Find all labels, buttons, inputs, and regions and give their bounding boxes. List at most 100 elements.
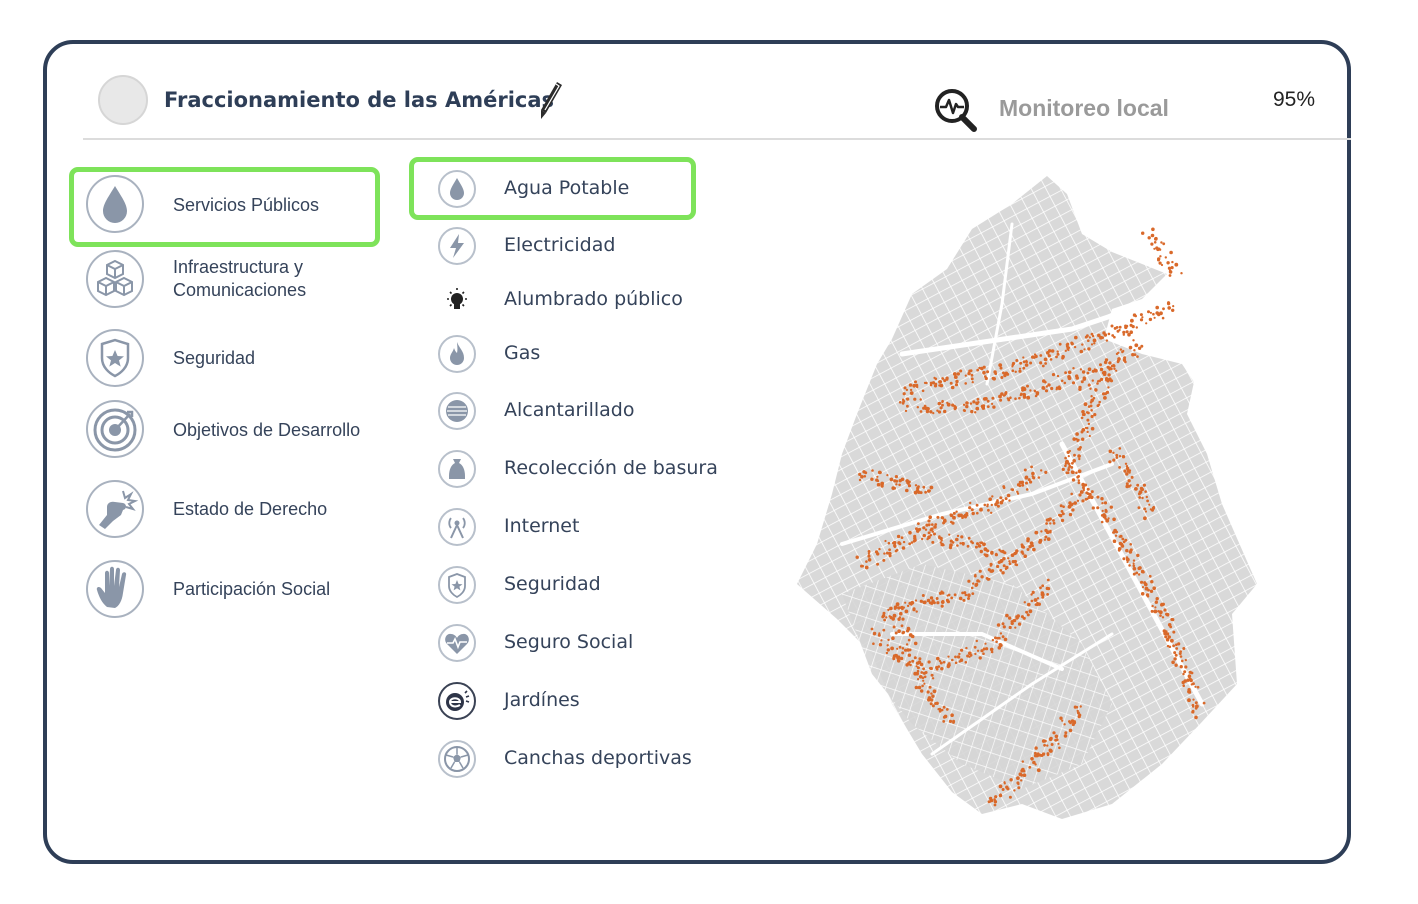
- map-point: [1159, 614, 1162, 617]
- map-point: [1107, 373, 1111, 377]
- map-point: [968, 370, 971, 373]
- map-point: [916, 406, 919, 409]
- map-point: [974, 411, 977, 414]
- map-point: [914, 484, 918, 487]
- map-point: [1065, 471, 1069, 475]
- map-point: [885, 651, 889, 655]
- map-point: [895, 602, 900, 607]
- map-point: [880, 639, 883, 642]
- map-point: [947, 593, 951, 597]
- map-point: [1003, 373, 1007, 378]
- map-point: [867, 558, 872, 562]
- service-recoleccion-basura[interactable]: Recolección de basura: [437, 447, 747, 491]
- avatar[interactable]: [98, 75, 148, 125]
- map-point: [912, 539, 916, 543]
- map-point: [901, 631, 905, 635]
- map-point: [906, 648, 910, 652]
- service-alcantarillado[interactable]: Alcantarillado: [437, 389, 747, 433]
- map-point: [1070, 503, 1074, 507]
- map-point: [987, 568, 991, 572]
- map-point: [877, 470, 882, 475]
- map-point: [1132, 564, 1136, 568]
- magnifier-pulse-icon[interactable]: [932, 86, 982, 136]
- map-point: [1013, 789, 1016, 792]
- map-point: [1115, 369, 1118, 372]
- map-point: [1137, 506, 1141, 510]
- service-internet[interactable]: Internet: [437, 505, 747, 549]
- service-seguridad[interactable]: Seguridad: [437, 563, 747, 607]
- neighborhood-map[interactable]: [782, 164, 1257, 824]
- map-point: [923, 682, 926, 685]
- map-point: [1072, 367, 1075, 370]
- category-estado-derecho[interactable]: Estado de Derecho: [85, 479, 405, 539]
- category-objetivos-desarrollo[interactable]: Objetivos de Desarrollo: [85, 399, 405, 459]
- map-point: [1112, 458, 1116, 462]
- map-point: [932, 689, 937, 694]
- service-jardines[interactable]: Jardínes: [437, 679, 747, 723]
- map-point: [1140, 580, 1144, 584]
- map-point: [1108, 449, 1113, 454]
- map-point: [1068, 728, 1073, 733]
- map-point: [975, 639, 978, 643]
- map-point: [1031, 355, 1035, 359]
- map-point: [980, 404, 985, 409]
- service-label: Alumbrado público: [504, 288, 683, 310]
- category-servicios-publicos[interactable]: Servicios Públicos: [85, 174, 405, 234]
- map-point: [1044, 739, 1047, 743]
- pencil-icon[interactable]: [535, 79, 565, 121]
- map-point: [1112, 451, 1115, 454]
- map-point: [987, 508, 990, 512]
- map-point: [1059, 504, 1063, 508]
- map-point: [1073, 345, 1077, 349]
- map-point: [920, 689, 924, 693]
- map-point: [1070, 492, 1073, 496]
- category-participacion-social[interactable]: Participación Social: [85, 559, 405, 619]
- map-point: [1071, 470, 1075, 475]
- service-label: Gas: [504, 342, 541, 364]
- map-point: [1032, 476, 1036, 480]
- map-point: [974, 652, 977, 656]
- map-point: [1160, 602, 1164, 606]
- map-point: [1149, 311, 1152, 314]
- service-gas[interactable]: Gas: [437, 332, 747, 376]
- map-point: [999, 793, 1002, 796]
- category-infraestructura[interactable]: Infraestructura y Comunicaciones: [85, 249, 405, 309]
- monitor-label[interactable]: Monitoreo local: [999, 95, 1169, 122]
- map-point: [930, 673, 934, 677]
- map-point: [1151, 604, 1154, 608]
- map-point: [1087, 422, 1091, 426]
- map-point: [885, 616, 888, 619]
- map-point: [1118, 325, 1122, 329]
- map-point: [1113, 367, 1116, 370]
- service-agua-potable[interactable]: Agua Potable: [437, 167, 747, 211]
- map-point: [1015, 359, 1019, 362]
- map-point: [1081, 343, 1084, 346]
- service-alumbrado-publico[interactable]: Alumbrado público: [437, 278, 747, 322]
- map-point: [1103, 501, 1108, 505]
- map-point: [937, 401, 941, 406]
- map-point: [949, 539, 953, 543]
- map-point: [986, 549, 990, 553]
- service-canchas-deportivas[interactable]: Canchas deportivas: [437, 737, 747, 781]
- map-point: [1072, 437, 1076, 441]
- map-point: [929, 485, 934, 490]
- map-point: [931, 530, 934, 533]
- service-seguro-social[interactable]: Seguro Social: [437, 621, 747, 665]
- map-point: [927, 519, 931, 523]
- map-point: [1124, 360, 1127, 364]
- map-point: [1147, 310, 1150, 314]
- map-point: [1136, 355, 1139, 358]
- map-point: [932, 412, 935, 415]
- map-point: [1190, 683, 1193, 686]
- map-point: [909, 663, 912, 667]
- map-point: [1038, 538, 1043, 543]
- service-electricidad[interactable]: Electricidad: [437, 224, 747, 268]
- map-point: [1108, 361, 1112, 365]
- map-point: [1005, 565, 1009, 570]
- map-point: [1116, 360, 1120, 364]
- map-point: [954, 406, 958, 410]
- map-point: [1121, 455, 1126, 459]
- map-point: [924, 528, 928, 531]
- map-point: [950, 713, 954, 717]
- category-seguridad[interactable]: Seguridad: [85, 328, 405, 388]
